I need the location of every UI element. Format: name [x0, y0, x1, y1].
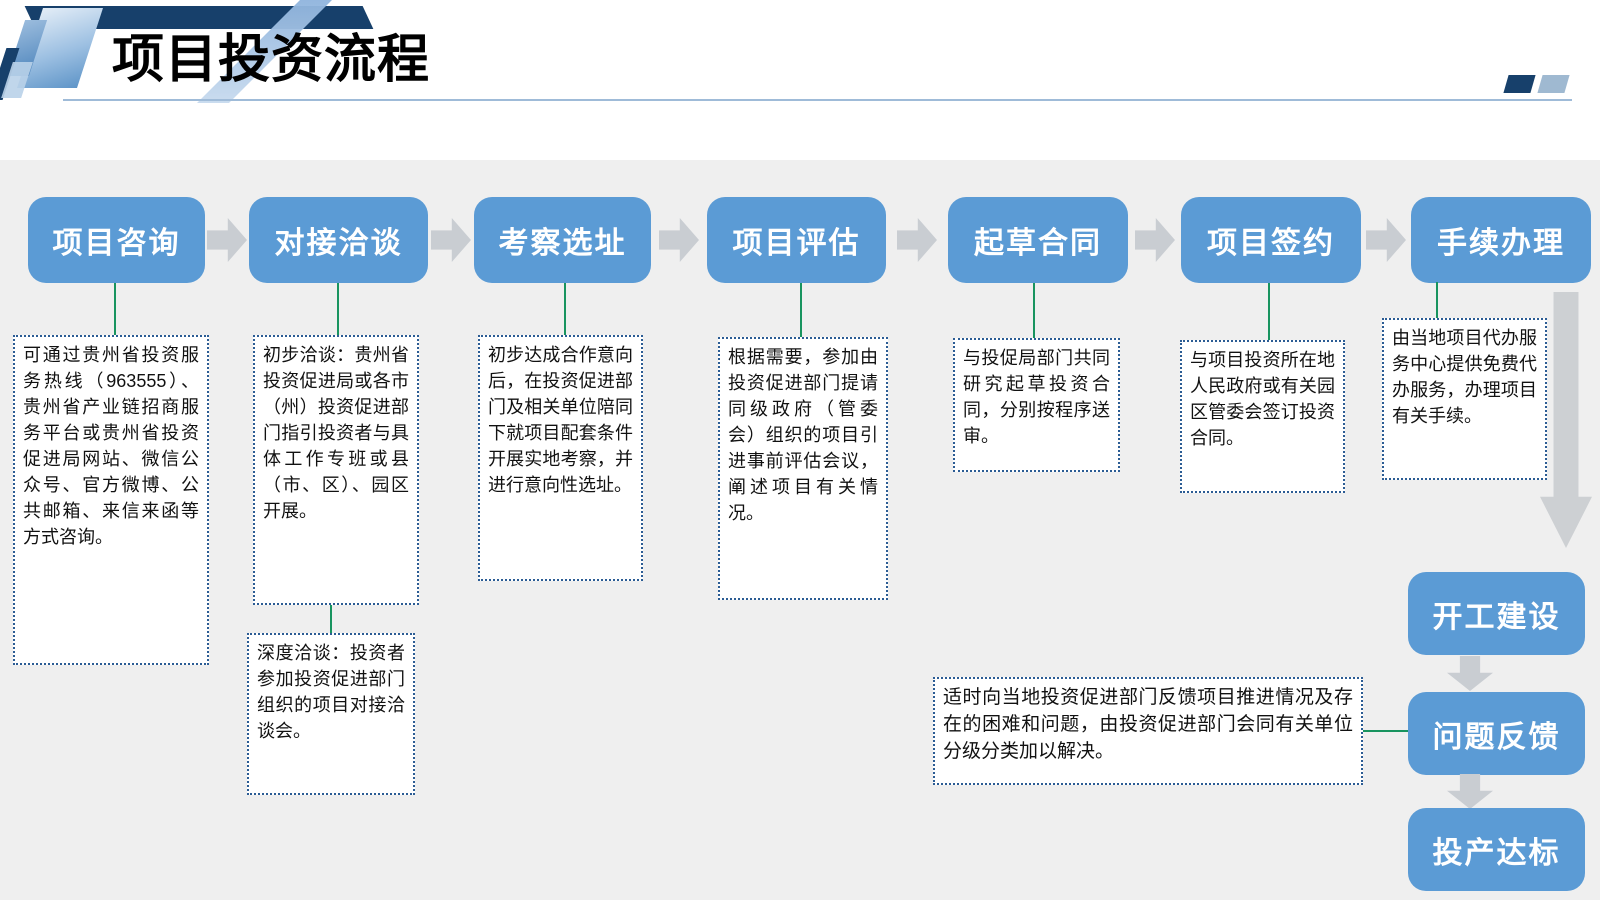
connector-line	[114, 283, 116, 335]
title-underline	[63, 99, 1572, 101]
connector-line	[1436, 282, 1438, 318]
slide: 项目投资流程 项目咨询 对接洽谈 考察选址 项目评估 起草合同 项目签约 手续办…	[0, 0, 1600, 900]
connector-line	[330, 605, 332, 633]
connector-line	[564, 283, 566, 335]
step-box-site-survey: 考察选址	[474, 197, 651, 283]
corner-mark-light	[1537, 75, 1569, 93]
step-box-project-consult: 项目咨询	[28, 197, 205, 283]
note-site-survey: 初步达成合作意向后，在投资促进部门及相关单位陪同下就项目配套条件开展实地考察，并…	[478, 335, 643, 581]
note-procedures: 由当地项目代办服务中心提供免费代办服务，办理项目有关手续。	[1382, 318, 1547, 480]
note-draft-contract: 与投促局部门共同研究起草投资合同，分别按程序送审。	[953, 338, 1120, 472]
note-feedback: 适时向当地投资促进部门反馈项目推进情况及存在的困难和问题，由投资促进部门会同有关…	[933, 677, 1363, 785]
step-box-evaluation: 项目评估	[707, 197, 886, 283]
connector-line	[1363, 730, 1408, 732]
note-deep-talks: 深度洽谈：投资者参加投资促进部门组织的项目对接洽谈会。	[247, 633, 415, 795]
connector-line	[1033, 283, 1035, 338]
page-title: 项目投资流程	[112, 32, 430, 88]
note-initial-talks: 初步洽谈：贵州省投资促进局或各市（州）投资促进部门指引投资者与具体工作专班或县（…	[253, 335, 419, 605]
corner-mark-dark	[1503, 75, 1535, 93]
step-box-reach-target: 投产达标	[1408, 808, 1585, 891]
note-project-consult: 可通过贵州省投资服务热线（963555）、贵州省产业链招商服务平台或贵州省投资促…	[13, 335, 209, 665]
step-box-draft-contract: 起草合同	[948, 197, 1128, 283]
step-box-construction: 开工建设	[1408, 572, 1585, 655]
note-evaluation: 根据需要，参加由投资促进部门提请同级政府（管委会）组织的项目引进事前评估会议，阐…	[718, 337, 888, 600]
connector-line	[337, 283, 339, 335]
step-box-signing: 项目签约	[1181, 197, 1361, 283]
connector-line	[800, 283, 802, 337]
step-box-matchmaking: 对接洽谈	[249, 197, 428, 283]
step-box-feedback: 问题反馈	[1408, 692, 1585, 775]
step-box-procedures: 手续办理	[1411, 197, 1591, 283]
connector-line	[1268, 283, 1270, 340]
note-signing: 与项目投资所在地人民政府或有关园区管委会签订投资合同。	[1180, 340, 1345, 493]
